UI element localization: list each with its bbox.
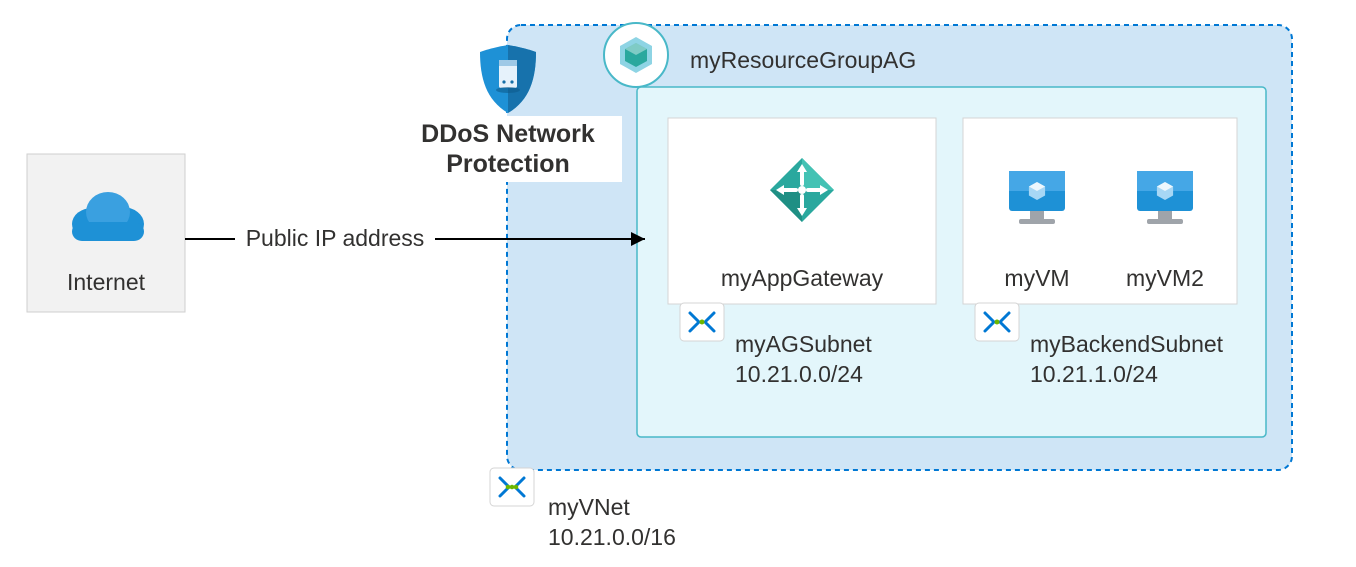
vnet-badge-icon xyxy=(490,468,534,506)
resource-group-icon xyxy=(604,23,668,87)
ddos-label-line2: Protection xyxy=(446,150,570,178)
ag-subnet-badge-icon xyxy=(680,303,724,341)
ag-subnet-cidr: 10.21.0.0/24 xyxy=(735,361,863,387)
vm2-label: myVM2 xyxy=(1126,265,1204,291)
vm1-label: myVM xyxy=(1004,265,1069,291)
app-gateway-label: myAppGateway xyxy=(721,265,884,291)
vnet-cidr: 10.21.0.0/16 xyxy=(548,524,676,550)
ag-subnet-name: myAGSubnet xyxy=(735,331,872,357)
resource-group-label: myResourceGroupAG xyxy=(690,47,916,73)
backend-subnet-cidr: 10.21.1.0/24 xyxy=(1030,361,1158,387)
backend-subnet-name: myBackendSubnet xyxy=(1030,331,1224,357)
internet-label: Internet xyxy=(67,269,146,295)
ddos-label-line1: DDoS Network xyxy=(421,120,595,148)
backend-subnet-badge-icon xyxy=(975,303,1019,341)
vnet-name: myVNet xyxy=(548,494,630,520)
public-ip-label: Public IP address xyxy=(246,225,425,251)
